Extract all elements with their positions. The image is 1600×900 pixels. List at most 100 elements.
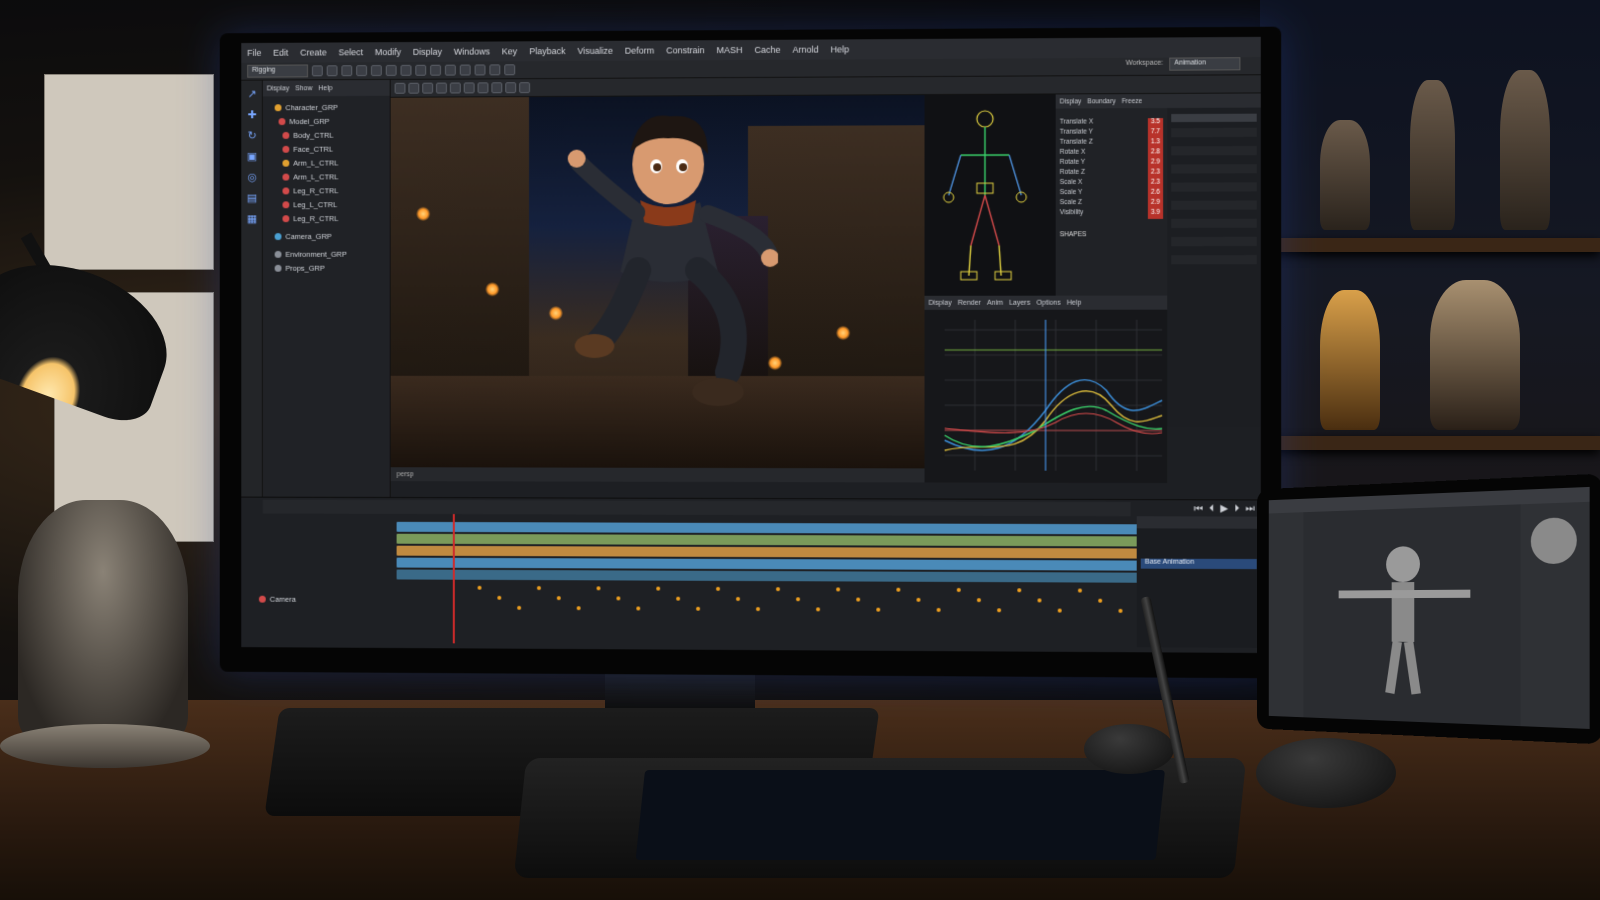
track-bar[interactable]: [396, 521, 1178, 535]
keyframe-marker[interactable]: [836, 587, 841, 592]
channel-row[interactable]: Rotate X 2.8: [1060, 148, 1164, 159]
layout-icon[interactable]: ▤: [245, 192, 259, 206]
outliner-tab-display[interactable]: Display: [267, 85, 290, 92]
keyframe-marker[interactable]: [636, 606, 641, 611]
menu-display[interactable]: Display: [413, 47, 442, 57]
keyframe-marker[interactable]: [556, 596, 561, 601]
attribute-rows[interactable]: [1171, 127, 1257, 270]
graph-menu-render[interactable]: Render: [958, 299, 981, 306]
channel-row[interactable]: Scale Z 2.9: [1060, 198, 1164, 209]
playhead[interactable]: [452, 514, 455, 644]
paint-select-icon[interactable]: [415, 64, 427, 76]
track-bar[interactable]: [396, 545, 1178, 559]
shadows-icon[interactable]: [463, 82, 475, 94]
isolate-icon[interactable]: [477, 82, 489, 94]
tab-freeze[interactable]: Freeze: [1122, 98, 1143, 105]
mode-dropdown[interactable]: Rigging: [247, 64, 309, 78]
channel-row[interactable]: Translate Z 1.3: [1060, 138, 1164, 149]
graph-editor[interactable]: [924, 309, 1168, 484]
play-icon[interactable]: ▶: [1220, 503, 1228, 514]
hud-icon[interactable]: [519, 82, 531, 94]
time-ruler[interactable]: [262, 499, 1131, 517]
snap-point-icon[interactable]: [459, 64, 471, 76]
go-to-start-icon[interactable]: ⏮: [1194, 503, 1203, 514]
save-scene-icon[interactable]: [341, 65, 353, 77]
keyframe-marker[interactable]: [736, 596, 741, 601]
workspace-dropdown[interactable]: Animation: [1169, 57, 1241, 71]
keyframe-marker[interactable]: [477, 585, 482, 590]
snap-grid-icon[interactable]: [430, 64, 441, 76]
scale-icon[interactable]: ▣: [245, 150, 259, 164]
textured-icon[interactable]: [436, 82, 447, 94]
outliner-item[interactable]: Leg_R_CTRL: [267, 211, 390, 225]
keyframe-marker[interactable]: [956, 587, 961, 592]
menu-visualize[interactable]: Visualize: [577, 46, 613, 56]
menu-select[interactable]: Select: [339, 47, 364, 57]
keyframe-marker[interactable]: [576, 606, 581, 611]
channel-row[interactable]: Rotate Z 2.3: [1060, 168, 1164, 179]
lights-icon[interactable]: [449, 82, 461, 94]
menu-help[interactable]: Help: [831, 44, 850, 54]
outliner-item[interactable]: Environment_GRP: [267, 247, 390, 261]
keyframe-marker[interactable]: [896, 587, 901, 592]
keyframe-marker[interactable]: [1037, 598, 1042, 603]
step-back-icon[interactable]: ⏴: [1209, 503, 1214, 514]
move-icon[interactable]: ✚: [245, 108, 259, 122]
keyframe-marker[interactable]: [1077, 588, 1082, 593]
keyframe-marker[interactable]: [1017, 588, 1022, 593]
outliner-item[interactable]: Model_GRP: [267, 114, 390, 128]
camera-track-label[interactable]: Camera: [258, 595, 296, 604]
keyframe-marker[interactable]: [1057, 608, 1062, 613]
channel-row[interactable]: Translate Y 7.7: [1060, 128, 1164, 139]
track-bar[interactable]: [396, 533, 1178, 547]
snap-curve-icon[interactable]: [444, 64, 456, 76]
outliner-item[interactable]: Face_CTRL: [267, 141, 390, 155]
keyframe-marker[interactable]: [936, 607, 941, 612]
step-forward-icon[interactable]: ⏵: [1234, 503, 1239, 514]
menu-key[interactable]: Key: [502, 46, 517, 56]
tab-boundary[interactable]: Boundary: [1087, 98, 1115, 105]
keyframe-marker[interactable]: [775, 587, 781, 592]
outliner-item[interactable]: Arm_L_CTRL: [267, 169, 390, 183]
graph-menu-help[interactable]: Help: [1067, 299, 1082, 306]
menu-constrain[interactable]: Constrain: [666, 45, 704, 55]
lasso-tool-icon[interactable]: [400, 64, 412, 76]
keyframe-marker[interactable]: [976, 598, 981, 603]
keyframe-marker[interactable]: [656, 586, 661, 591]
menu-cache[interactable]: Cache: [755, 45, 781, 55]
render-settings-icon[interactable]: [504, 64, 516, 76]
menu-mash[interactable]: MASH: [717, 45, 743, 55]
graph-menu-options[interactable]: Options: [1036, 299, 1060, 306]
outliner-item[interactable]: Character_GRP: [267, 100, 390, 114]
go-to-end-icon[interactable]: ⏭: [1246, 503, 1255, 514]
keyframe-marker[interactable]: [755, 607, 760, 612]
keyframe-marker[interactable]: [676, 596, 681, 601]
keyframe-marker[interactable]: [796, 597, 801, 602]
keyframe-marker[interactable]: [517, 605, 522, 610]
channel-row[interactable]: Translate X 3.5: [1060, 118, 1164, 129]
graph-menu-anim[interactable]: Anim: [987, 299, 1003, 306]
grid-icon[interactable]: [505, 82, 517, 94]
outliner-item[interactable]: Body_CTRL: [267, 128, 390, 142]
keyframe-marker[interactable]: [876, 607, 881, 612]
rotate-icon[interactable]: ↻: [245, 129, 259, 143]
keyframe-marker[interactable]: [856, 597, 861, 602]
keyframe-marker[interactable]: [816, 607, 821, 612]
tab-display[interactable]: Display: [1060, 98, 1082, 105]
track-bar[interactable]: [396, 557, 1178, 571]
outliner-item[interactable]: Leg_R_CTRL: [267, 183, 390, 197]
layer-item[interactable]: Base Animation: [1140, 558, 1257, 570]
panel-layout-icon[interactable]: ▦: [245, 212, 259, 226]
menu-edit[interactable]: Edit: [273, 48, 288, 58]
smooth-shade-icon[interactable]: [422, 82, 434, 94]
channel-row[interactable]: Visibility 3.9: [1060, 208, 1164, 219]
outliner-tab-help[interactable]: Help: [318, 85, 332, 92]
keyframe-marker[interactable]: [916, 597, 921, 602]
outliner-item[interactable]: Leg_L_CTRL: [267, 197, 390, 211]
menu-file[interactable]: File: [247, 48, 261, 58]
menu-arnold[interactable]: Arnold: [793, 45, 819, 55]
open-scene-icon[interactable]: [326, 65, 338, 77]
select-icon[interactable]: ↗: [245, 88, 259, 102]
render-icon[interactable]: [474, 64, 486, 76]
menu-deform[interactable]: Deform: [625, 46, 654, 56]
